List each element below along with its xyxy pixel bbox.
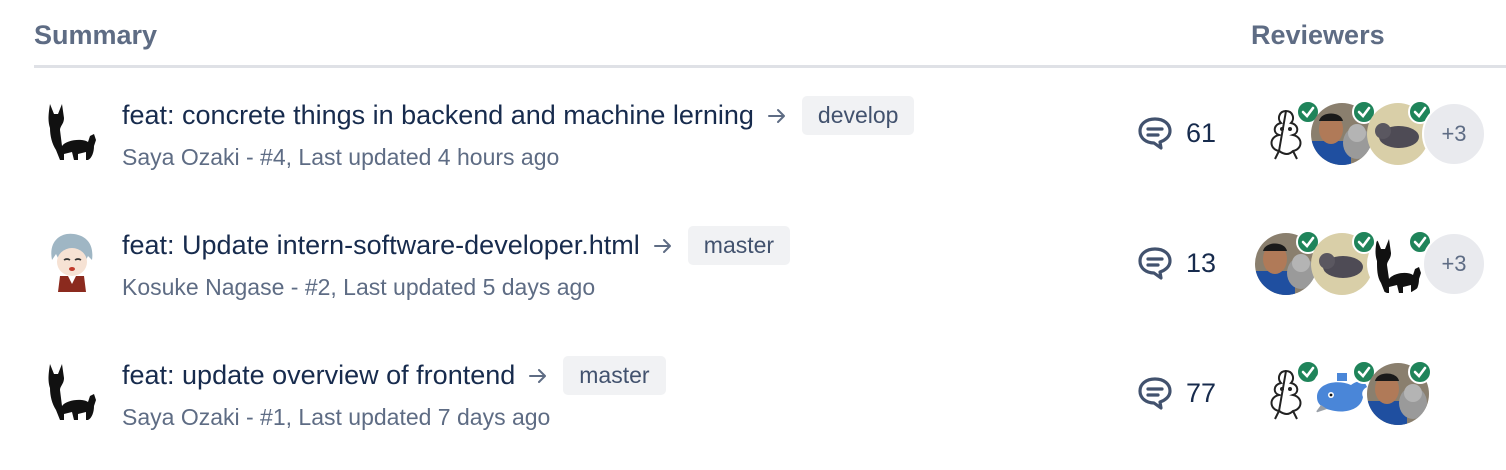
reviewer-avatar[interactable] bbox=[1310, 100, 1376, 166]
comment-icon bbox=[1138, 377, 1172, 410]
pull-request-row[interactable]: feat: Update intern-software-developer.h… bbox=[0, 210, 1506, 340]
pr-meta-text: Saya Ozaki - #1, Last updated 7 days ago bbox=[122, 404, 551, 430]
comments-count[interactable]: 61 bbox=[1136, 114, 1216, 152]
more-reviewers-badge[interactable]: +3 bbox=[1422, 102, 1486, 166]
comments-count[interactable]: 77 bbox=[1136, 374, 1216, 412]
target-branch-badge[interactable]: master bbox=[687, 226, 791, 265]
target-branch-badge[interactable]: master bbox=[563, 356, 666, 395]
pull-request-row[interactable]: feat: update overview of frontend master… bbox=[0, 340, 1506, 470]
anime-girl-icon bbox=[51, 233, 93, 292]
black-cat-icon bbox=[48, 104, 96, 160]
reviewer-avatar[interactable] bbox=[1254, 230, 1320, 296]
comments-count[interactable]: 13 bbox=[1136, 244, 1216, 282]
comment-count-value: 13 bbox=[1186, 247, 1217, 278]
reviewer-avatar[interactable] bbox=[1366, 100, 1432, 166]
comment-icon bbox=[1138, 247, 1172, 280]
pr-title-link[interactable]: feat: concrete things in backend and mac… bbox=[122, 100, 754, 131]
pr-title-link[interactable]: feat: Update intern-software-developer.h… bbox=[122, 230, 640, 261]
author-avatar-black-cat[interactable] bbox=[42, 100, 102, 164]
reviewer-avatar[interactable] bbox=[1310, 360, 1376, 426]
summary-column-header: Summary bbox=[34, 20, 158, 50]
approved-check-icon bbox=[1408, 360, 1432, 384]
comment-count-value: 61 bbox=[1186, 117, 1217, 148]
reviewers-group bbox=[1254, 360, 1494, 426]
reviewers-column-header: Reviewers bbox=[1251, 20, 1385, 50]
pr-title-link[interactable]: feat: update overview of frontend bbox=[122, 360, 515, 391]
comment-count-value: 77 bbox=[1186, 377, 1217, 408]
reviewers-group: +3 bbox=[1254, 100, 1494, 166]
reviewer-avatar[interactable] bbox=[1254, 360, 1320, 426]
pr-title-line: feat: update overview of frontend master bbox=[122, 356, 666, 395]
list-header: Summary Reviewers bbox=[34, 0, 1506, 68]
arrow-right-icon bbox=[529, 368, 547, 383]
reviewers-group: +3 bbox=[1254, 230, 1494, 296]
reviewer-avatar[interactable] bbox=[1366, 360, 1432, 426]
author-avatar-black-cat[interactable] bbox=[42, 360, 102, 424]
pr-title-line: feat: concrete things in backend and mac… bbox=[122, 96, 915, 135]
reviewer-avatar[interactable] bbox=[1254, 100, 1320, 166]
arrow-right-icon bbox=[767, 108, 785, 123]
pr-title-line: feat: Update intern-software-developer.h… bbox=[122, 226, 791, 265]
arrow-right-icon bbox=[653, 238, 671, 253]
pr-meta-text: Kosuke Nagase - #2, Last updated 5 days … bbox=[122, 274, 596, 300]
pull-request-row[interactable]: feat: concrete things in backend and mac… bbox=[0, 80, 1506, 210]
more-reviewers-badge[interactable]: +3 bbox=[1422, 232, 1486, 296]
reviewer-avatar[interactable] bbox=[1366, 230, 1432, 296]
comment-icon bbox=[1138, 117, 1172, 150]
reviewer-avatar[interactable] bbox=[1310, 230, 1376, 296]
pr-meta-text: Saya Ozaki - #4, Last updated 4 hours ag… bbox=[122, 144, 560, 170]
target-branch-badge[interactable]: develop bbox=[801, 96, 915, 135]
black-cat-icon bbox=[48, 364, 96, 420]
author-avatar-anime-girl[interactable] bbox=[42, 230, 102, 294]
